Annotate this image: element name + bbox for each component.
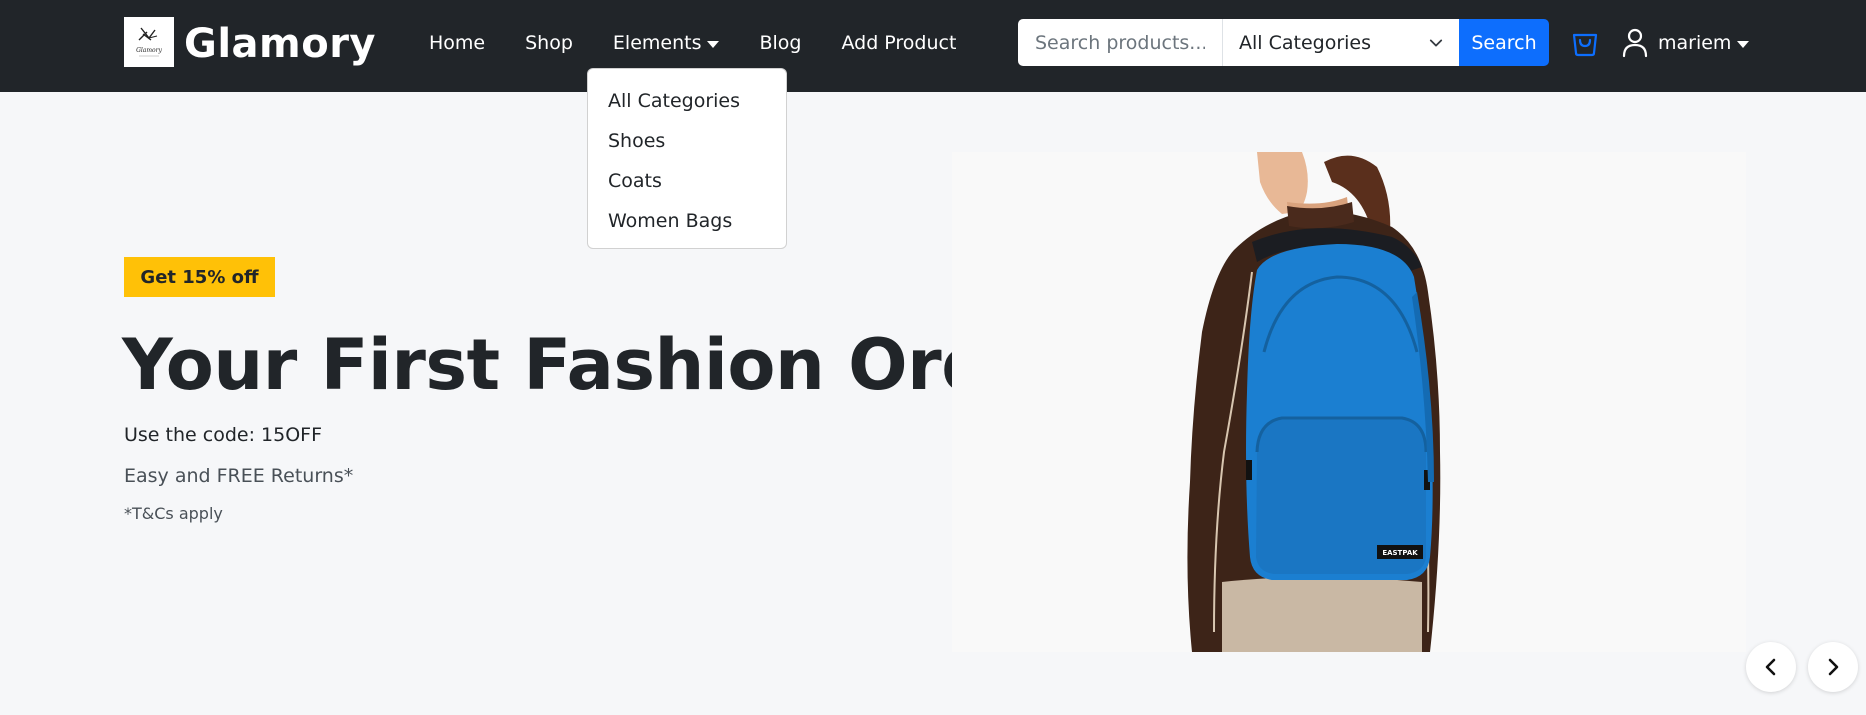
nav-shop[interactable]: Shop <box>525 32 573 54</box>
hero-title: Your First Fashion Order <box>122 324 1072 406</box>
user-menu[interactable]: mariem <box>1622 27 1750 59</box>
terms-text: *T&Cs apply <box>124 504 223 523</box>
carousel-prev-button[interactable] <box>1746 642 1796 692</box>
caret-down-icon <box>707 40 720 48</box>
search-input[interactable] <box>1018 19 1223 66</box>
nav-home[interactable]: Home <box>429 32 485 54</box>
cart-icon[interactable] <box>1570 28 1600 58</box>
promo-code-text: Use the code: 15OFF <box>124 424 323 446</box>
user-icon <box>1622 28 1648 58</box>
nav-blog[interactable]: Blog <box>759 32 801 54</box>
main-nav: Home Shop Elements Blog Add Product <box>429 28 996 58</box>
search-group: All Categories Search <box>1018 19 1549 66</box>
elements-dropdown-menu: All Categories Shoes Coats Women Bags <box>587 68 787 249</box>
dropdown-item-shoes[interactable]: Shoes <box>588 121 786 161</box>
category-select[interactable]: All Categories <box>1223 19 1459 66</box>
svg-text:Glamory: Glamory <box>136 47 162 54</box>
nav-elements-label: Elements <box>612 32 702 54</box>
chevron-right-icon <box>1828 658 1839 676</box>
navbar: Glamory Glamory Home Shop Elements Blog … <box>0 0 1866 92</box>
returns-text: Easy and FREE Returns* <box>124 465 354 487</box>
discount-badge: Get 15% off <box>124 257 275 297</box>
dropdown-item-all-categories[interactable]: All Categories <box>588 81 786 121</box>
dropdown-item-women-bags[interactable]: Women Bags <box>588 201 786 241</box>
nav-add-product[interactable]: Add Product <box>841 32 956 54</box>
nav-elements-dropdown[interactable]: Elements <box>613 32 720 54</box>
hero-product-image: EASTPAK <box>952 152 1746 652</box>
svg-text:EASTPAK: EASTPAK <box>1382 549 1418 557</box>
user-name: mariem <box>1658 32 1732 54</box>
caret-down-icon <box>1737 40 1750 48</box>
chevron-down-icon <box>1429 39 1443 46</box>
logo-icon[interactable]: Glamory <box>124 17 174 67</box>
chevron-left-icon <box>1765 658 1776 676</box>
category-select-value: All Categories <box>1239 31 1372 54</box>
dropdown-item-coats[interactable]: Coats <box>588 161 786 201</box>
search-button[interactable]: Search <box>1459 19 1549 66</box>
carousel-next-button[interactable] <box>1808 642 1858 692</box>
brand-name[interactable]: Glamory <box>184 20 376 68</box>
